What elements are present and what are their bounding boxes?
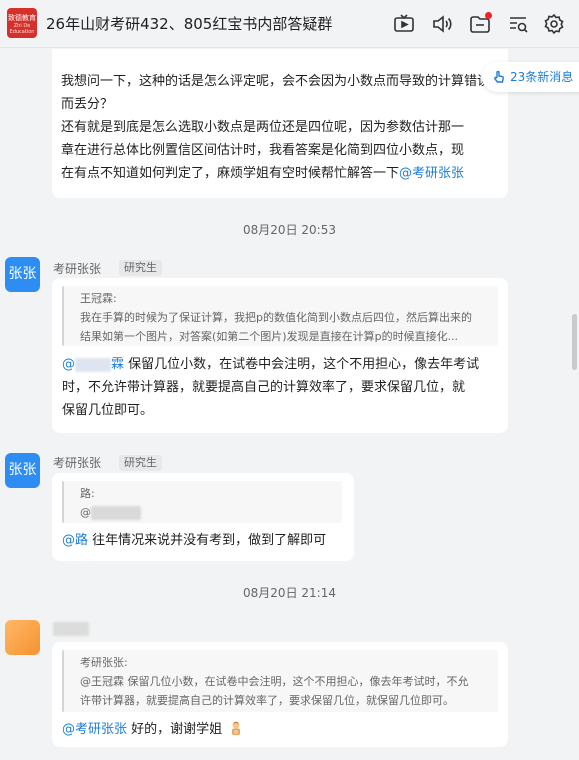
role-badge: 研究生	[119, 260, 162, 276]
timestamp: 08月20日 20:53	[243, 223, 336, 237]
message-line: 时，不允许带计算器，就要提高自己的计算效率了，要求保留几位，就	[62, 380, 466, 395]
quote-author: 王冠霖:	[80, 292, 117, 305]
search-list-icon[interactable]	[507, 13, 529, 35]
speaker-icon[interactable]	[431, 13, 453, 35]
message-line: 章在进行总体比例置信区间估计时，我看答案是化简到四位小数点，现	[61, 143, 465, 158]
notification-dot	[485, 12, 492, 19]
tv-icon[interactable]	[393, 13, 415, 35]
quote-line: 我在手算的时候为了保证计算，我把p的数值化简到小数点后四位，然后算出来的	[80, 311, 472, 324]
new-messages-label: 23条新消息	[510, 70, 574, 84]
settings-icon[interactable]	[543, 13, 565, 35]
quote-author: 路:	[80, 487, 95, 500]
logo-text: 致德教育	[8, 14, 36, 22]
quote-block[interactable]: 王冠霖: 我在手算的时候为了保证计算，我把p的数值化简到小数点后四位，然后算出来…	[62, 286, 498, 346]
scrollbar-thumb[interactable]	[572, 314, 577, 370]
mention-link[interactable]: @ 霖	[62, 357, 124, 372]
new-messages-button[interactable]: 23条新消息	[482, 62, 579, 92]
mention-link[interactable]: @考研张张	[62, 722, 127, 737]
role-badge: 研究生	[119, 455, 162, 471]
redacted-name	[91, 506, 141, 520]
avatar[interactable]: 张张	[5, 453, 40, 488]
mention-link[interactable]: @路	[62, 533, 88, 548]
message-line: 在有点不知道如何判定了，麻烦学姐有空时候帮忙解答一下	[61, 166, 400, 181]
message-bubble[interactable]: 王冠霖: 我在手算的时候为了保证计算，我把p的数值化简到小数点后四位，然后算出来…	[52, 278, 508, 433]
avatar[interactable]: 张张	[5, 257, 40, 292]
thanks-emoji-icon	[232, 721, 241, 735]
message-list[interactable]: 我想问一下，这种的话是怎么评定呢，会不会因为小数点而导致的计算错误 而丢分？ 还…	[0, 49, 579, 760]
sender-name[interactable]: 考研张张	[53, 260, 101, 277]
message-line: 保留几位小数，在试卷中会注明，这个不用担心，像去年考试	[128, 357, 480, 372]
chat-header: 致德教育 Zhi De Education 26年山财考研432、805红宝书内…	[0, 0, 579, 48]
message-bubble[interactable]: 路: @ @路 往年情况来说并没有考到，做到了解即可	[52, 473, 354, 561]
logo-subtext: Zhi De Education	[9, 23, 35, 35]
quote-line: 结果如第一个图片，对答案(如第二个图片)发现是直接在计算p的时候直接化...	[80, 330, 459, 343]
group-title: 26年山财考研432、805红宝书内部答疑群	[46, 15, 333, 33]
message-text: 往年情况来说并没有考到，做到了解即可	[92, 533, 327, 548]
message-bubble[interactable]: 我想问一下，这种的话是怎么评定呢，会不会因为小数点而导致的计算错误 而丢分？ 还…	[52, 49, 508, 198]
timestamp: 08月20日 21:14	[243, 586, 336, 600]
message-bubble[interactable]: 考研张张: @王冠霖 保留几位小数，在试卷中会注明，这个不用担心，像去年考试时，…	[52, 642, 508, 747]
message-line: 我想问一下，这种的话是怎么评定呢，会不会因为小数点而导致的计算错误	[61, 74, 487, 89]
message-text: 好的，谢谢学姐	[131, 722, 223, 737]
avatar[interactable]	[5, 620, 40, 655]
quote-line: @	[80, 506, 91, 519]
sender-name[interactable]: 考研张张	[53, 454, 101, 471]
hand-pointer-icon	[494, 70, 504, 83]
redacted-name	[75, 357, 111, 372]
message-line: 保留几位即可。	[62, 403, 154, 418]
folder-icon[interactable]	[469, 12, 492, 35]
quote-line: 许带计算器，就要提高自己的计算效率了，要求保留几位，就保留几位即可。	[80, 694, 454, 707]
message-line: 还有就是到底是怎么选取小数点是两位还是四位呢，因为参数估计那一	[61, 120, 465, 135]
mention-link[interactable]: @考研张张	[399, 166, 464, 181]
group-avatar[interactable]: 致德教育 Zhi De Education	[7, 8, 37, 38]
quote-block[interactable]: 路: @	[62, 481, 342, 523]
redacted-sender-name	[53, 622, 89, 636]
quote-author: 考研张张:	[80, 656, 128, 669]
quote-block[interactable]: 考研张张: @王冠霖 保留几位小数，在试卷中会注明，这个不用担心，像去年考试时，…	[62, 650, 498, 712]
quote-line: @王冠霖 保留几位小数，在试卷中会注明，这个不用担心，像去年考试时，不允	[80, 675, 469, 688]
message-line: 而丢分？	[61, 97, 114, 112]
